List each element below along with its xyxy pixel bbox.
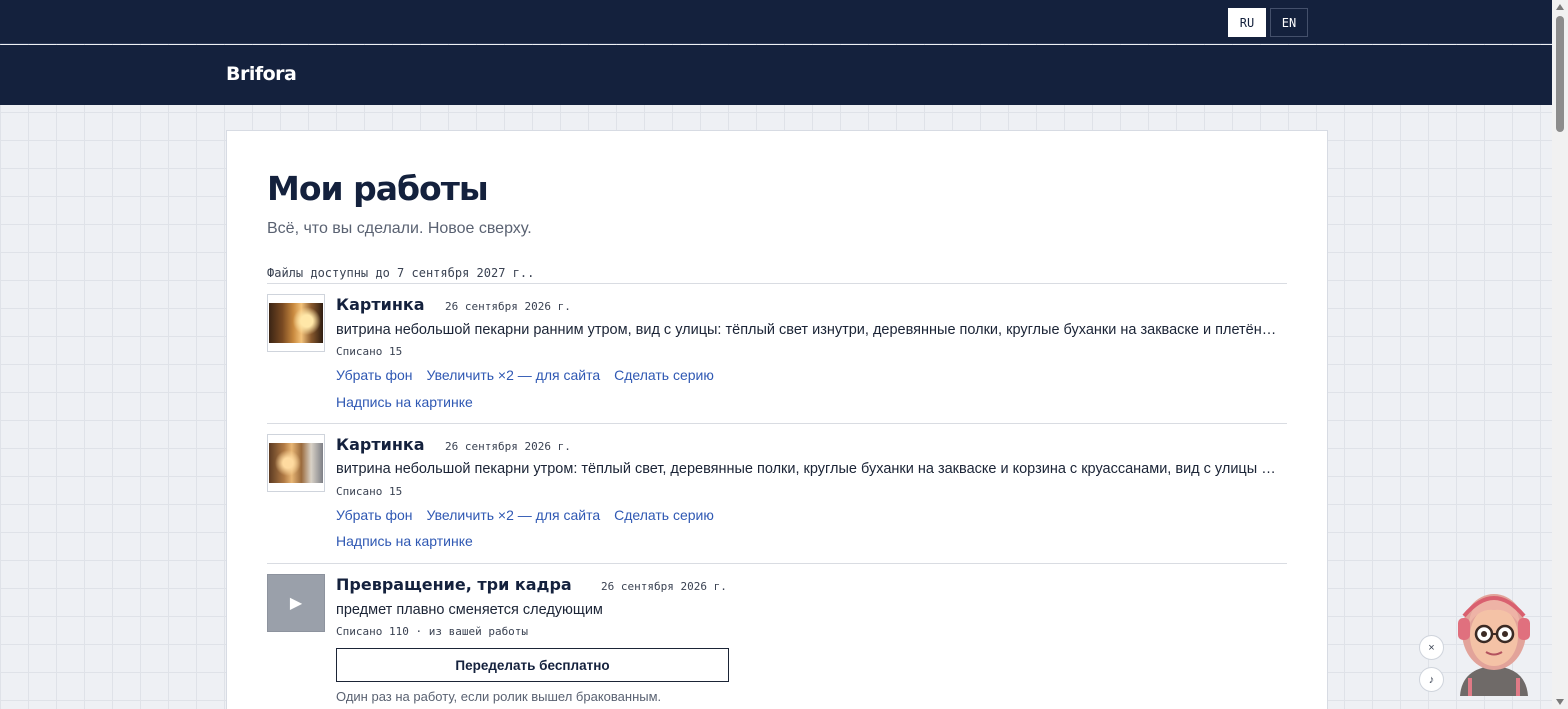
logo[interactable]: Brifora — [226, 63, 297, 85]
assistant-avatar[interactable] — [1452, 586, 1536, 696]
work-item: Картинка 26 сентября 2026 г. витрина неб… — [267, 294, 1287, 424]
page-subtitle: Всё, что вы сделали. Новое сверху. — [267, 220, 532, 237]
work-credits: Списано 15 — [336, 345, 403, 358]
language-en-button[interactable]: EN — [1270, 8, 1308, 37]
work-date: 26 сентября 2026 г. — [445, 440, 571, 453]
work-date: 26 сентября 2026 г. — [445, 300, 571, 313]
music-icon[interactable]: ♪ — [1419, 667, 1444, 692]
work-thumbnail[interactable] — [267, 294, 325, 352]
make-series-link[interactable]: Сделать серию — [614, 507, 714, 523]
divider — [267, 563, 1287, 564]
work-title: Картинка — [336, 435, 425, 454]
work-actions: Убрать фон Увеличить ×2 — для сайта Сдел… — [336, 507, 714, 523]
work-thumbnail[interactable] — [267, 434, 325, 492]
add-caption-link[interactable]: Надпись на картинке — [336, 533, 473, 549]
works-card: Мои работы Всё, что вы сделали. Новое св… — [226, 130, 1328, 709]
work-actions: Убрать фон Увеличить ×2 — для сайта Сдел… — [336, 367, 714, 383]
divider — [267, 283, 1287, 284]
video-thumbnail[interactable]: ▶ — [267, 574, 325, 632]
bakery-image-thumbnail — [269, 443, 323, 483]
work-credits: Списано 110 · из вашей работы — [336, 625, 529, 638]
work-credits: Списано 15 — [336, 485, 403, 498]
redo-note: Один раз на работу, если ролик вышел бра… — [336, 689, 662, 704]
work-description: витрина небольшой пекарни ранним утром, … — [336, 322, 1282, 338]
scroll-thumb[interactable] — [1556, 16, 1564, 132]
close-icon[interactable]: × — [1419, 635, 1444, 660]
work-title: Картинка — [336, 295, 425, 314]
files-availability-note: Файлы доступны до 7 сентября 2027 г.. — [267, 266, 535, 280]
make-series-link[interactable]: Сделать серию — [614, 367, 714, 383]
divider — [267, 423, 1287, 424]
work-date: 26 сентября 2026 г. — [601, 580, 727, 593]
work-title: Превращение, три кадра — [336, 575, 572, 594]
upscale-link[interactable]: Увеличить ×2 — для сайта — [427, 507, 601, 523]
add-caption-link[interactable]: Надпись на картинке — [336, 394, 473, 410]
play-icon: ▶ — [289, 595, 303, 612]
work-item: ▶ Превращение, три кадра 26 сентября 202… — [267, 574, 1287, 709]
remove-background-link[interactable]: Убрать фон — [336, 507, 413, 523]
upscale-link[interactable]: Увеличить ×2 — для сайта — [427, 367, 601, 383]
work-description: витрина небольшой пекарни утром: тёплый … — [336, 461, 1282, 477]
page-scrollbar[interactable] — [1552, 0, 1568, 709]
bakery-image-thumbnail — [269, 303, 323, 343]
redo-free-button[interactable]: Переделать бесплатно — [336, 648, 729, 682]
scroll-up-icon[interactable] — [1556, 4, 1564, 10]
work-item: Картинка 26 сентября 2026 г. витрина неб… — [267, 434, 1287, 564]
work-description: предмет плавно сменяется следующим — [336, 602, 603, 618]
site-header: Brifora — [0, 45, 1552, 105]
scroll-down-icon[interactable] — [1556, 699, 1564, 705]
top-bar: RU EN — [0, 0, 1552, 44]
remove-background-link[interactable]: Убрать фон — [336, 367, 413, 383]
language-ru-button[interactable]: RU — [1228, 8, 1266, 37]
page-title: Мои работы — [267, 169, 489, 208]
